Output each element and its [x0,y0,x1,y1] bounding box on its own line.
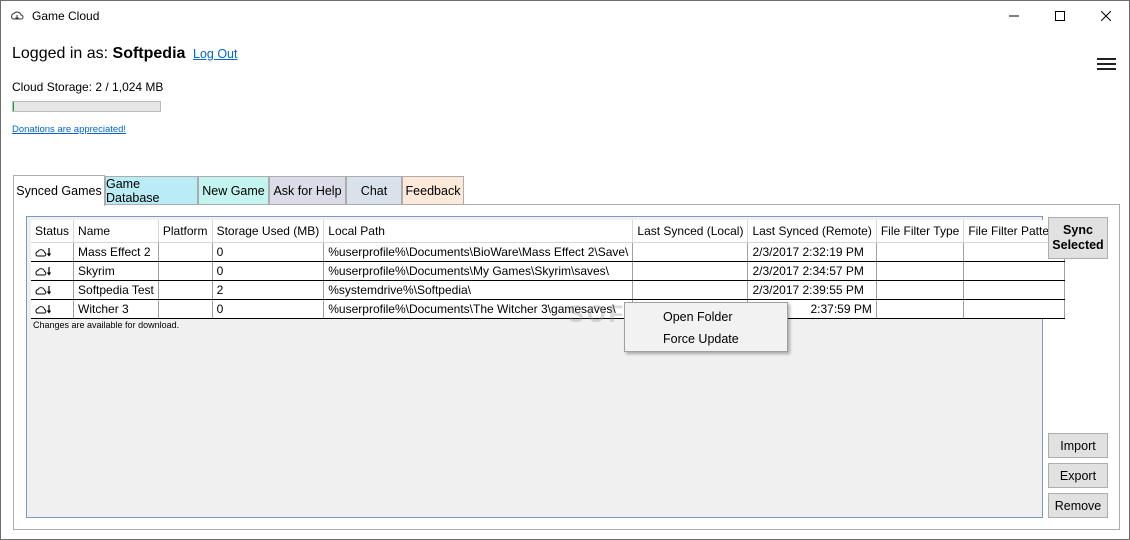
context-open-folder[interactable]: Open Folder [663,310,732,324]
title-bar[interactable]: Game Cloud [1,1,1129,32]
context-menu: Open Folder Force Update [624,302,788,352]
sync-button-line1: Sync [1063,223,1093,237]
storage-cell: 0 [212,261,325,281]
filter-pattern-cell [963,299,1065,319]
path-cell: %userprofile%\Documents\BioWare\Mass Eff… [323,242,634,262]
col-platform[interactable]: Platform [158,220,213,243]
cloud-download-icon [35,266,51,275]
local-sync-cell [632,242,749,262]
tab-feedback[interactable]: Feedback [402,176,464,205]
app-cloud-icon [11,11,24,20]
path-cell: %userprofile%\Documents\My Games\Skyrim\… [323,261,634,281]
name-cell: Skyrim [73,261,159,281]
col-last-synced-local[interactable]: Last Synced (Local) [632,220,749,243]
col-local-path[interactable]: Local Path [323,220,634,243]
filter-type-cell [876,299,965,319]
maximize-button[interactable] [1037,1,1083,31]
close-icon [1101,11,1111,21]
status-cell [31,299,75,319]
storage-cell: 0 [212,242,325,262]
table-row[interactable]: Softpedia Test 2 %systemdrive%\Softpedia… [31,280,1065,300]
col-file-filter-type[interactable]: File Filter Type [876,220,965,243]
status-cell [31,242,75,262]
remote-sync-cell: 2/3/2017 2:32:19 PM [747,242,877,262]
platform-cell [158,280,213,300]
export-button[interactable]: Export [1048,463,1108,488]
app-window: Game Cloud Logged in as: Softpedia Log O… [0,0,1130,540]
storage-cell: 2 [212,280,325,300]
filter-type-cell [876,261,965,281]
status-cell [31,261,75,281]
path-cell: %systemdrive%\Softpedia\ [323,280,634,300]
local-sync-cell [632,261,749,281]
col-last-synced-remote[interactable]: Last Synced (Remote) [747,220,877,243]
name-cell: Witcher 3 [73,299,159,319]
remote-sync-cell: 2/3/2017 2:39:55 PM [747,280,877,300]
donation-link[interactable]: Donations are appreciated! [12,124,126,135]
platform-cell [158,242,213,262]
col-name[interactable]: Name [73,220,159,243]
local-sync-cell [632,280,749,300]
tab-chat[interactable]: Chat [346,176,402,205]
cloud-download-icon [35,304,51,313]
import-button[interactable]: Import [1048,433,1108,458]
filter-type-cell [876,280,965,300]
name-cell: Softpedia Test [73,280,159,300]
cloud-download-icon [35,285,51,294]
sync-button-line2: Selected [1052,238,1104,252]
hamburger-menu-icon[interactable] [1097,58,1116,71]
table-row[interactable]: Witcher 3 0 %userprofile%\Documents\The … [31,299,1065,319]
table-row[interactable]: Mass Effect 2 0 %userprofile%\Documents\… [31,242,1065,262]
login-status: Logged in as: Softpedia [12,45,185,63]
name-cell: Mass Effect 2 [73,242,159,262]
username: Softpedia [112,45,186,62]
games-grid[interactable]: Status Name Platform Storage Used (MB) L… [26,216,1065,518]
col-storage-used[interactable]: Storage Used (MB) [212,220,325,243]
filter-type-cell [876,242,965,262]
table-header-row: Status Name Platform Storage Used (MB) L… [31,220,1065,243]
context-force-update[interactable]: Force Update [663,332,739,346]
storage-progress-bar [12,101,161,112]
minimize-icon [1009,15,1019,17]
col-status[interactable]: Status [31,220,75,243]
games-table: Status Name Platform Storage Used (MB) L… [31,220,1065,319]
remove-button[interactable]: Remove [1048,493,1108,518]
filter-pattern-cell [963,280,1065,300]
platform-cell [158,261,213,281]
tab-synced-games[interactable]: Synced Games [13,175,105,206]
close-button[interactable] [1083,1,1129,31]
table-row[interactable]: Skyrim 0 %userprofile%\Documents\My Game… [31,261,1065,281]
status-cell [31,280,75,300]
maximize-icon [1055,11,1065,21]
tab-new-game[interactable]: New Game [198,176,269,205]
logout-link[interactable]: Log Out [193,47,237,61]
platform-cell [158,299,213,319]
synced-games-panel: Status Name Platform Storage Used (MB) L… [13,204,1120,530]
storage-label: Cloud Storage: 2 / 1,024 MB [12,80,164,94]
login-prefix: Logged in as: [12,45,109,62]
sync-selected-button[interactable]: Sync Selected [1048,217,1108,259]
cloud-download-icon [35,247,51,256]
tab-game-database[interactable]: Game Database [105,176,198,205]
minimize-button[interactable] [991,1,1037,31]
tab-ask-for-help[interactable]: Ask for Help [269,176,346,205]
remote-sync-cell: 2/3/2017 2:34:57 PM [747,261,877,281]
window-title: Game Cloud [32,9,100,23]
storage-cell: 0 [212,299,325,319]
status-note: Changes are available for download. [33,320,180,330]
filter-pattern-cell [963,261,1065,281]
